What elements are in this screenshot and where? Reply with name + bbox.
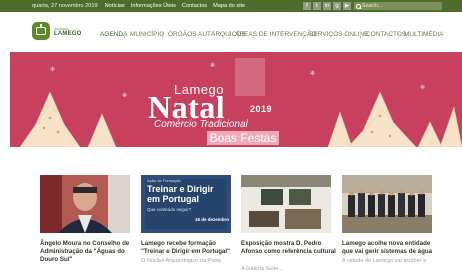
twitter-icon[interactable]: t <box>313 2 321 10</box>
youtube-icon[interactable]: ▶ <box>343 2 351 10</box>
municipality-emblem-icon <box>32 22 50 40</box>
news-title-3[interactable]: Exposição mostra D. Pedro Afonso como re… <box>241 240 341 256</box>
search-box[interactable] <box>354 2 442 10</box>
poster-heading-2: em Portugal <box>147 194 200 204</box>
nav-divider <box>229 31 230 39</box>
hero-subtitle: Comércio Tradicional <box>154 119 248 130</box>
news-excerpt-2: O Núcleo Arqueológico da Porta <box>141 258 221 264</box>
exhibition-room-photo <box>241 175 331 233</box>
news-excerpt-3: A Galeria Soler... <box>241 266 283 272</box>
search-icon[interactable] <box>354 2 362 10</box>
news-title-2[interactable]: Lamego recebe formação "Treinar e Dirigi… <box>141 240 241 256</box>
news-thumbnail-1[interactable] <box>40 175 130 233</box>
ceremony-group-photo <box>342 175 432 233</box>
facebook-icon[interactable]: f <box>303 2 311 10</box>
top-link-contacts[interactable]: Contactos <box>182 3 207 9</box>
top-link-sitemap[interactable]: Mapa do site <box>213 3 245 9</box>
news-thumbnail-3[interactable] <box>241 175 331 233</box>
nav-multimedia[interactable]: MULTIMÉDIA <box>404 31 444 38</box>
top-link-useful-info[interactable]: Informações Úteis <box>131 3 176 9</box>
nav-areas-intervencao[interactable]: ÁREAS DE INTERVENÇÃO <box>235 31 317 38</box>
news-excerpt-4: A cidade de Lamego vai acolher a <box>342 258 427 264</box>
poster-heading-1: Treinar e Dirigir <box>147 184 214 194</box>
nav-municipio[interactable]: MUNICÍPIO <box>130 31 164 38</box>
hero-text-group: Lamego Natal 2019 Comércio Tradicional B… <box>10 52 462 147</box>
top-bar: quarta, 27 novembro 2019 Notícias Inform… <box>0 0 462 12</box>
hero-year: 2019 <box>250 104 273 114</box>
nav-divider <box>162 31 163 39</box>
poster-question: Que conteúdo seguir? <box>147 207 192 212</box>
hero-badge: Boas Festas <box>207 131 279 145</box>
current-date: quarta, 27 novembro 2019 <box>32 3 98 9</box>
top-link-news[interactable]: Notícias <box>105 3 125 9</box>
linkedin-icon[interactable]: in <box>323 2 331 10</box>
news-thumbnail-4[interactable] <box>342 175 432 233</box>
news-thumbnail-2[interactable]: Ação de Formação Treinar e Dirigir em Po… <box>141 175 231 233</box>
news-photo-man <box>40 175 130 233</box>
search-input[interactable] <box>362 2 438 10</box>
christmas-hero-banner[interactable]: ✻ ✻ ✻ ✻ ✻ Lamego Natal 2019 Comércio Tra… <box>10 52 462 147</box>
news-title-4[interactable]: Lamego acolhe nova entidade que vai geri… <box>342 240 442 256</box>
nav-divider <box>303 31 304 39</box>
google-plus-icon[interactable]: g <box>333 2 341 10</box>
nav-divider <box>360 31 361 39</box>
lamego-logo[interactable]: município LAMEGO <box>32 22 82 45</box>
nav-contactos[interactable]: CONTACTOS <box>366 31 406 38</box>
nav-orgaos-autarquicos[interactable]: ÓRGÃOS AUTÁRQUICOS <box>168 31 246 38</box>
poster-date: 16 de dezembro <box>195 217 230 222</box>
logo-name: LAMEGO <box>54 31 82 37</box>
poster-kicker: Ação de Formação <box>147 178 181 183</box>
nav-divider <box>124 31 125 39</box>
news-title-1[interactable]: Ângelo Moura no Conselho de Administraçã… <box>40 240 140 264</box>
nav-divider <box>398 31 399 39</box>
